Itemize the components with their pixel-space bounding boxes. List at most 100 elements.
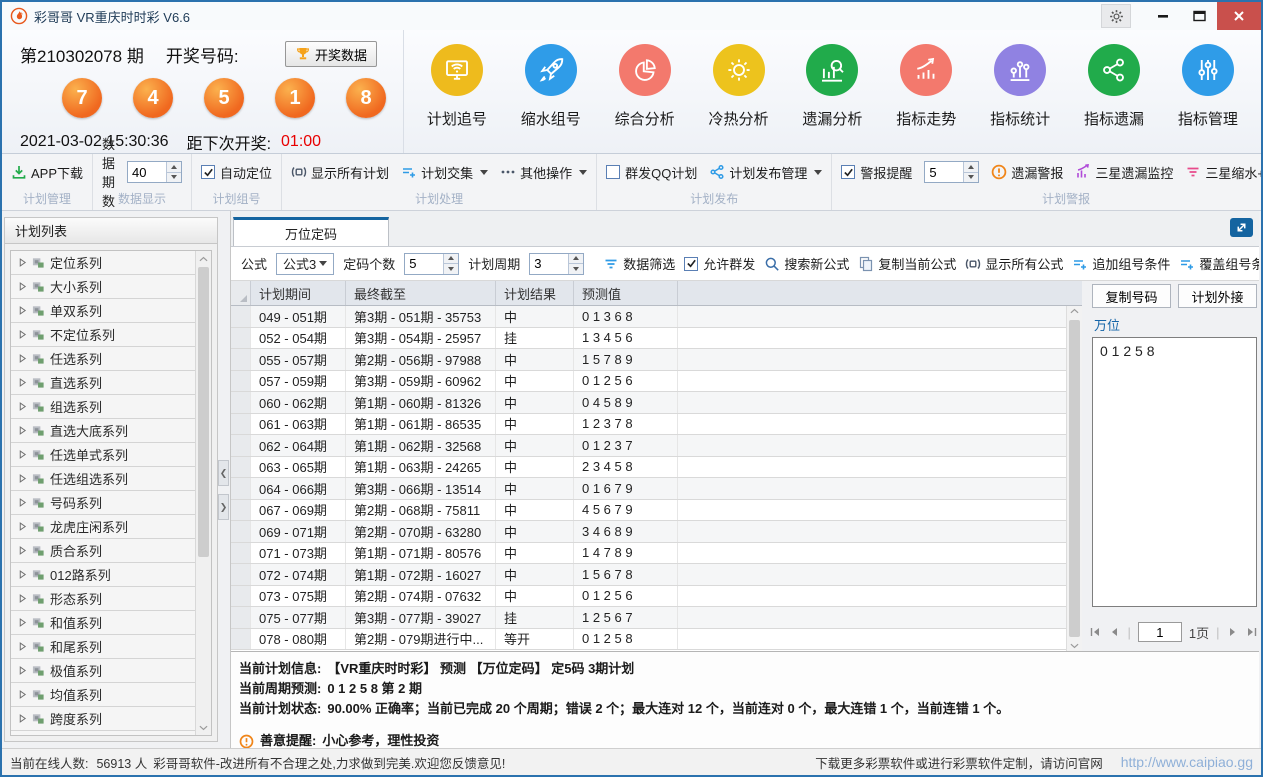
- settings-gear-icon[interactable]: [1101, 4, 1131, 28]
- data-filter-button[interactable]: 数据筛选: [603, 254, 675, 273]
- column-header-prediction[interactable]: 预测值: [574, 281, 678, 305]
- draw-data-button[interactable]: 开奖数据: [285, 41, 377, 67]
- sidebar-item[interactable]: 任选组选系列: [11, 467, 195, 491]
- sidebar-item[interactable]: 组选系列: [11, 395, 195, 419]
- scrollbar-thumb[interactable]: [198, 267, 209, 557]
- threestar-miss-monitor-button[interactable]: 三星遗漏监控: [1075, 163, 1173, 182]
- close-button[interactable]: [1217, 2, 1261, 30]
- table-row[interactable]: 067 - 069期 第2期 - 068期 - 75811 中 4 5 6 7 …: [231, 500, 1066, 522]
- show-all-plans-button[interactable]: 显示所有计划: [291, 163, 389, 182]
- alert-remind-checkbox[interactable]: 警报提醒: [841, 163, 912, 182]
- app-indicator-miss[interactable]: 指标遗漏: [1068, 44, 1160, 153]
- checkbox-checked-icon[interactable]: [684, 257, 698, 271]
- first-page-icon[interactable]: [1089, 626, 1101, 638]
- sidebar-item[interactable]: 质合系列: [11, 539, 195, 563]
- qq-send-checkbox[interactable]: 群发QQ计划: [606, 163, 697, 182]
- plan-external-button[interactable]: 计划外接: [1178, 284, 1257, 308]
- sidebar-item[interactable]: 和尾系列: [11, 635, 195, 659]
- scroll-down-icon[interactable]: [196, 720, 211, 735]
- other-operations-dropdown[interactable]: 其他操作: [500, 163, 587, 182]
- table-row[interactable]: 049 - 051期 第3期 - 051期 - 35753 中 0 1 3 6 …: [231, 306, 1066, 328]
- official-website-link[interactable]: http://www.caipiao.gg: [1121, 754, 1253, 770]
- copy-formula-button[interactable]: 复制当前公式: [858, 254, 956, 273]
- threestar-shrink-monitor-button[interactable]: 三星缩水+监控: [1185, 163, 1263, 182]
- table-row[interactable]: 072 - 074期 第1期 - 072期 - 16027 中 1 5 6 7 …: [231, 564, 1066, 586]
- sidebar-item[interactable]: 形态系列: [11, 587, 195, 611]
- alert-remind-spinner[interactable]: [963, 162, 978, 182]
- sidebar-item[interactable]: 和值系列: [11, 611, 195, 635]
- sidebar-item[interactable]: 单双系列: [11, 299, 195, 323]
- table-row[interactable]: 073 - 075期 第2期 - 074期 - 07632 中 0 1 2 5 …: [231, 586, 1066, 608]
- column-header-period[interactable]: 计划期间: [251, 281, 346, 305]
- prediction-numbers-box[interactable]: 0 1 2 5 8: [1092, 337, 1257, 607]
- sidebar-splitter[interactable]: ❮ ❯: [218, 211, 230, 748]
- table-row[interactable]: 060 - 062期 第1期 - 060期 - 81326 中 0 4 5 8 …: [231, 392, 1066, 414]
- fixed-count-spinner[interactable]: [443, 254, 458, 274]
- cycle-value[interactable]: [530, 254, 568, 274]
- next-page-icon[interactable]: [1227, 626, 1239, 638]
- show-all-formula-button[interactable]: 显示所有公式: [965, 254, 1063, 273]
- table-row[interactable]: 062 - 064期 第1期 - 062期 - 32568 中 0 1 2 3 …: [231, 435, 1066, 457]
- column-header-final[interactable]: 最终截至: [346, 281, 496, 305]
- formula-select[interactable]: 公式3: [276, 253, 334, 275]
- table-row[interactable]: 071 - 073期 第1期 - 071期 - 80576 中 1 4 7 8 …: [231, 543, 1066, 565]
- table-row[interactable]: 061 - 063期 第1期 - 061期 - 86535 中 1 2 3 7 …: [231, 414, 1066, 436]
- app-plan-chase[interactable]: 计划追号: [411, 44, 503, 153]
- sidebar-scrollbar[interactable]: [195, 251, 211, 735]
- data-periods-value[interactable]: [128, 162, 166, 182]
- sidebar-item[interactable]: 任选单式系列: [11, 443, 195, 467]
- table-row[interactable]: 055 - 057期 第2期 - 056期 - 97988 中 1 5 7 8 …: [231, 349, 1066, 371]
- cycle-input[interactable]: [529, 253, 584, 275]
- override-condition-button[interactable]: 覆盖组号条件: [1179, 254, 1259, 273]
- sidebar-item[interactable]: 任选系列: [11, 347, 195, 371]
- checkbox-checked-icon[interactable]: [201, 165, 215, 179]
- app-miss-analysis[interactable]: 遗漏分析: [786, 44, 878, 153]
- sidebar-item[interactable]: 号码系列: [11, 491, 195, 515]
- maximize-button[interactable]: [1181, 2, 1217, 30]
- table-row[interactable]: 064 - 066期 第3期 - 066期 - 13514 中 0 1 6 7 …: [231, 478, 1066, 500]
- sidebar-item[interactable]: 012路系列: [11, 563, 195, 587]
- scroll-up-icon[interactable]: [196, 251, 211, 266]
- scroll-down-icon[interactable]: [1070, 643, 1079, 649]
- append-condition-button[interactable]: 追加组号条件: [1072, 254, 1170, 273]
- maximize-panel-button[interactable]: [1230, 218, 1253, 237]
- column-header-result[interactable]: 计划结果: [496, 281, 574, 305]
- table-row[interactable]: 069 - 071期 第2期 - 070期 - 63280 中 3 4 6 8 …: [231, 521, 1066, 543]
- app-indicator-stats[interactable]: 指标统计: [974, 44, 1066, 153]
- sidebar-item[interactable]: 直选系列: [11, 371, 195, 395]
- table-row[interactable]: 057 - 059期 第3期 - 059期 - 60962 中 0 1 2 5 …: [231, 371, 1066, 393]
- app-indicator-manage[interactable]: 指标管理: [1162, 44, 1254, 153]
- alert-remind-value[interactable]: [925, 162, 963, 182]
- cycle-spinner[interactable]: [568, 254, 583, 274]
- scroll-up-icon[interactable]: [1070, 308, 1079, 314]
- expand-right-button[interactable]: ❯: [218, 494, 229, 520]
- search-formula-button[interactable]: 搜索新公式: [764, 254, 849, 273]
- copy-numbers-button[interactable]: 复制号码: [1092, 284, 1171, 308]
- app-download-button[interactable]: APP下载: [11, 163, 83, 182]
- sidebar-item[interactable]: 大小系列: [11, 275, 195, 299]
- publish-manage-dropdown[interactable]: 计划发布管理: [709, 163, 822, 182]
- sidebar-item[interactable]: 定位系列: [11, 251, 195, 275]
- table-scrollbar[interactable]: [1066, 306, 1082, 651]
- collapse-left-button[interactable]: ❮: [218, 460, 229, 486]
- allow-group-send-checkbox[interactable]: 允许群发: [684, 254, 755, 273]
- tab-wanwei-dingma[interactable]: 万位定码: [233, 217, 389, 246]
- table-row[interactable]: 052 - 054期 第3期 - 054期 - 25957 挂 1 3 4 5 …: [231, 328, 1066, 350]
- table-row[interactable]: 075 - 077期 第3期 - 077期 - 39027 挂 1 2 5 6 …: [231, 607, 1066, 629]
- scrollbar-thumb[interactable]: [1069, 320, 1080, 637]
- alert-remind-input[interactable]: [924, 161, 979, 183]
- auto-position-checkbox[interactable]: 自动定位: [201, 163, 272, 182]
- sidebar-item[interactable]: 龙虎庄闲系列: [11, 515, 195, 539]
- table-row[interactable]: 063 - 065期 第1期 - 063期 - 24265 中 2 3 4 5 …: [231, 457, 1066, 479]
- fixed-count-value[interactable]: [405, 254, 443, 274]
- app-indicator-trend[interactable]: 指标走势: [880, 44, 972, 153]
- app-综合分析[interactable]: 综合分析: [599, 44, 691, 153]
- miss-alert-button[interactable]: 遗漏警报: [991, 163, 1063, 182]
- checkbox-unchecked-icon[interactable]: [606, 165, 620, 179]
- data-periods-input[interactable]: [127, 161, 182, 183]
- fixed-count-input[interactable]: [404, 253, 459, 275]
- plan-intersect-dropdown[interactable]: 计划交集: [401, 163, 488, 182]
- table-row[interactable]: 078 - 080期 第2期 - 079期进行中... 等开 0 1 2 5 8: [231, 629, 1066, 651]
- app-shrink-group[interactable]: 缩水组号: [505, 44, 597, 153]
- checkbox-checked-icon[interactable]: [841, 165, 855, 179]
